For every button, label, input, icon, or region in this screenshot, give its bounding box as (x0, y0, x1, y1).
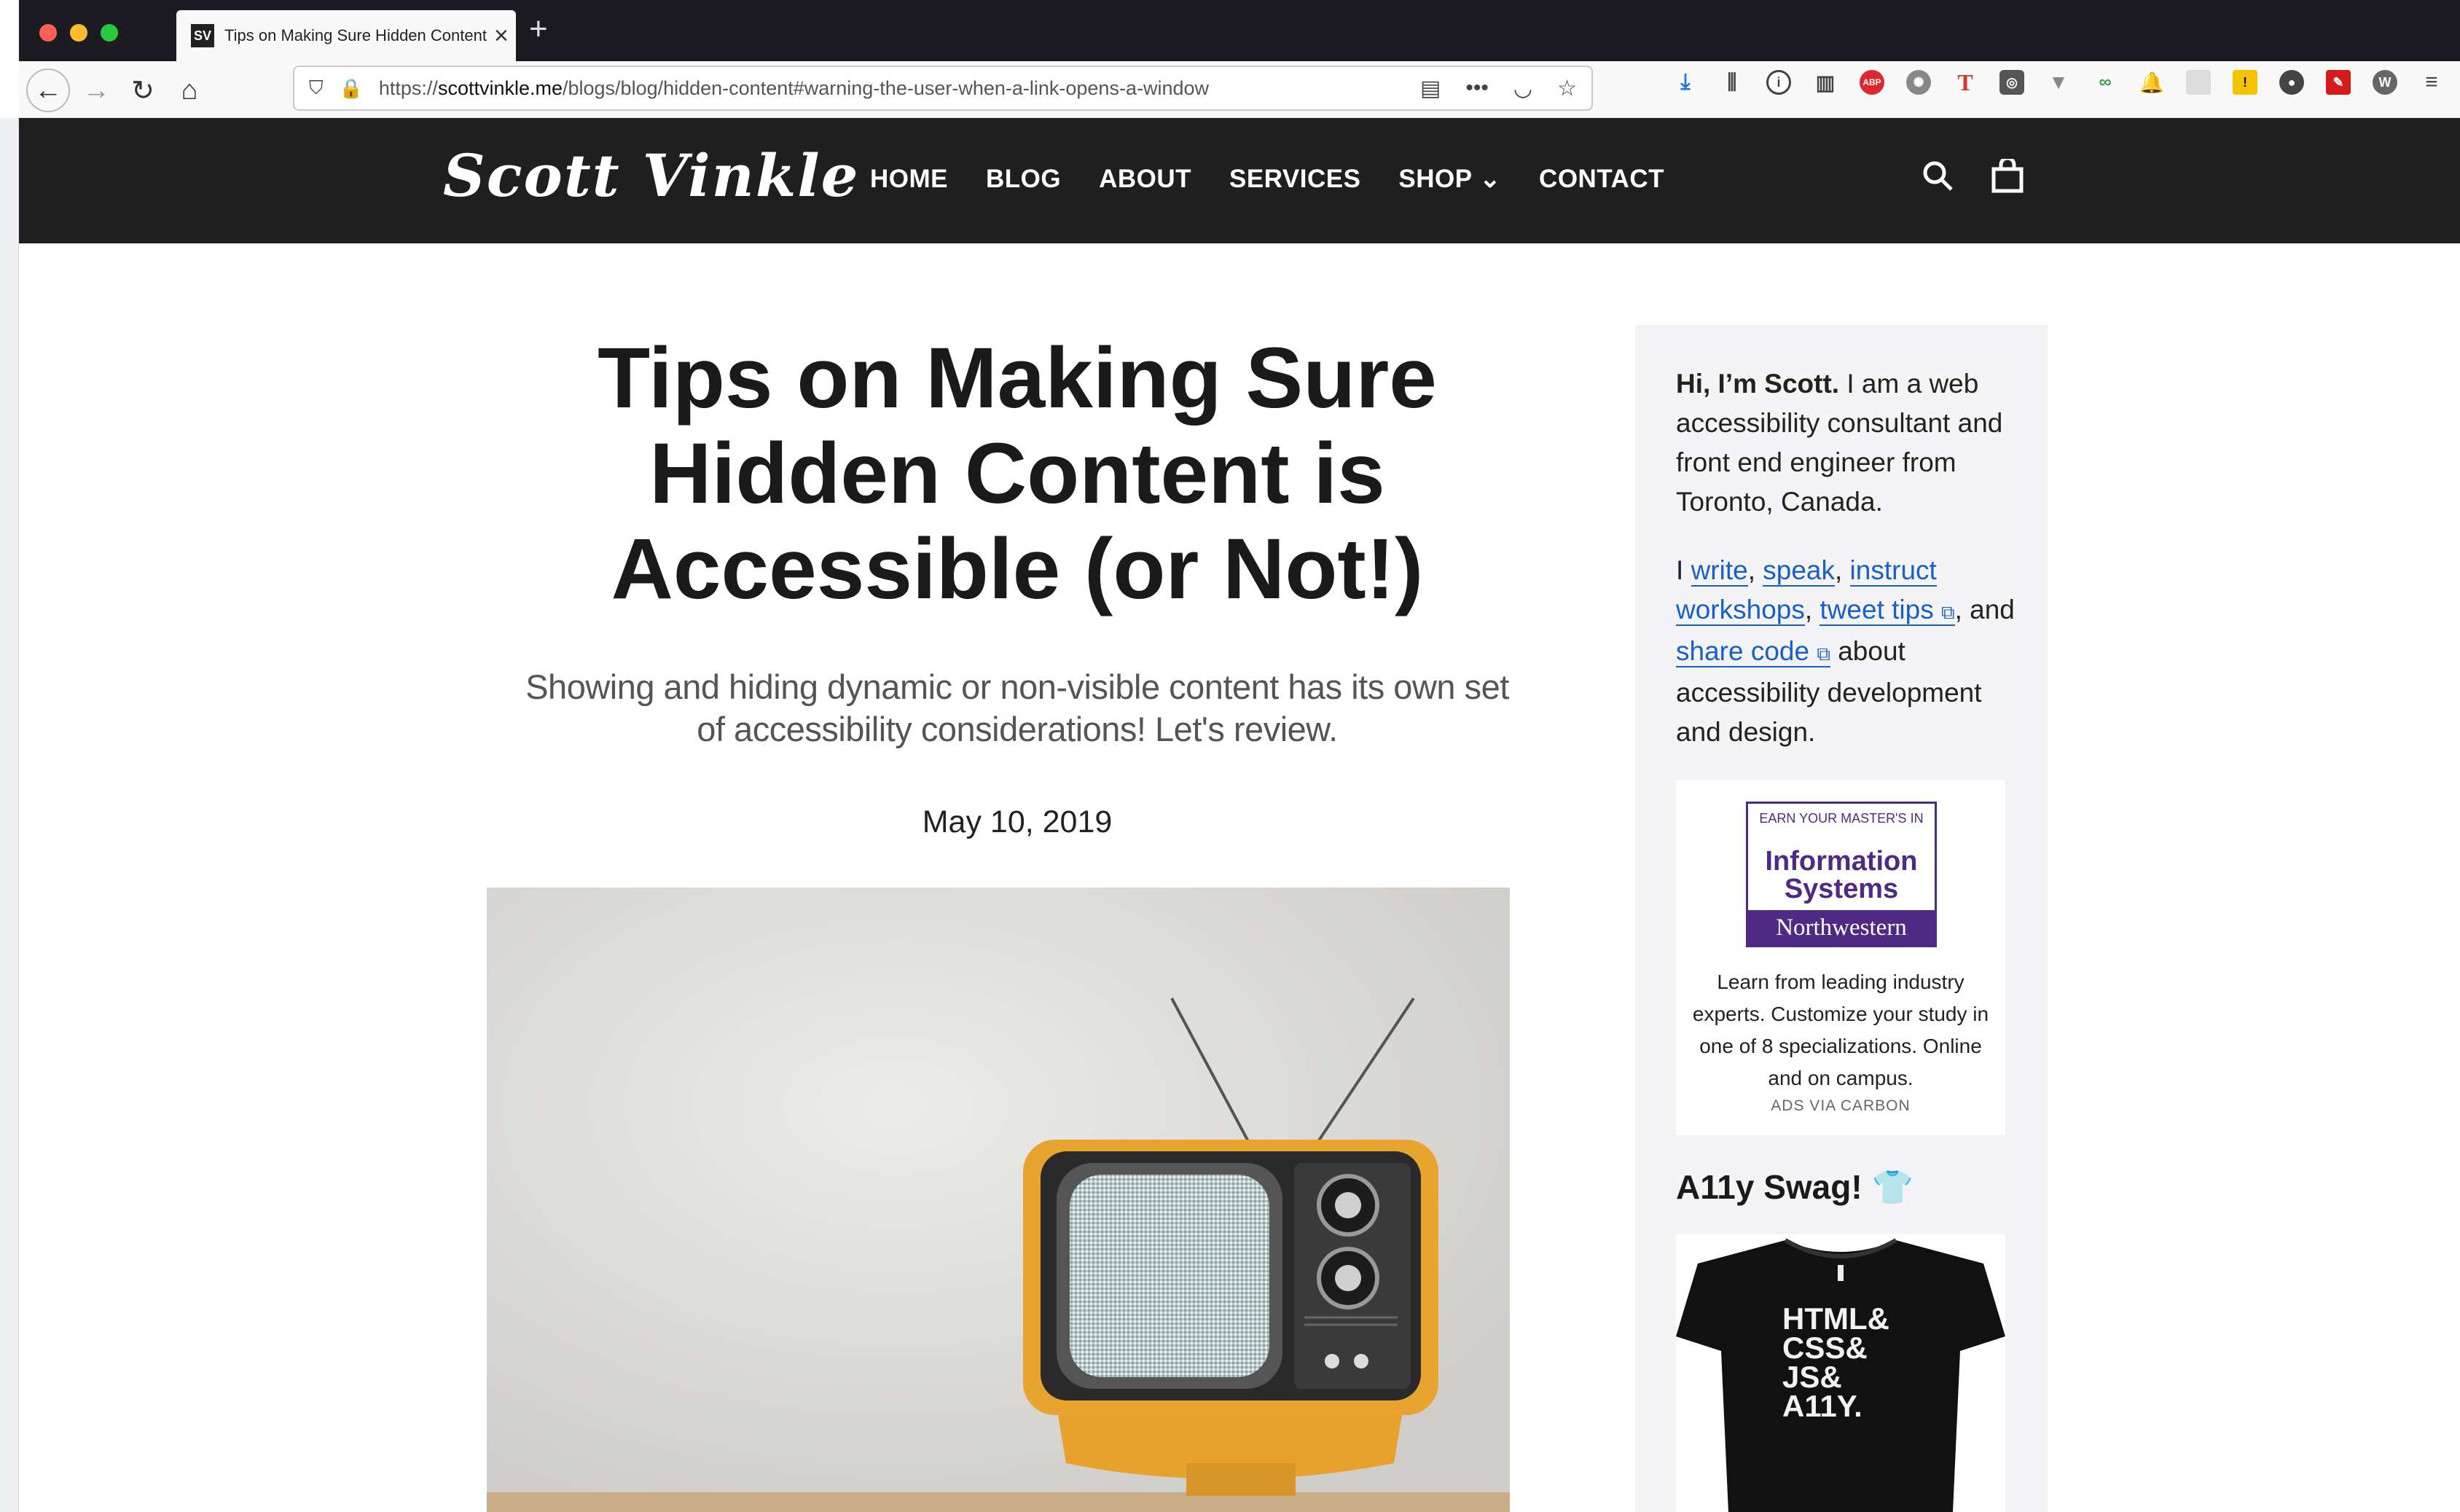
swag-heading: A11y Swag! 👕 (1676, 1167, 1913, 1207)
article-title: Tips on Making Sure Hidden Content is Ac… (598, 330, 1437, 617)
warning-extension-icon[interactable]: ! (2233, 70, 2257, 95)
browser-chrome: SV Tips on Making Sure Hidden Content is… (19, 0, 2460, 118)
search-icon[interactable] (1921, 159, 1954, 201)
link-speak[interactable]: speak (1763, 555, 1835, 587)
bio-text: , (1834, 555, 1850, 585)
close-window-icon[interactable] (39, 24, 57, 42)
site-logo[interactable]: Scott Vinkle (443, 141, 860, 210)
ad-attribution[interactable]: ADS VIA CARBON (1676, 1097, 2005, 1115)
background-grid (0, 118, 19, 1512)
nav-shop-label: SHOP (1398, 165, 1472, 193)
lock-icon[interactable]: 🔒 (340, 77, 363, 100)
nav-shop[interactable]: SHOP ⌄ (1398, 165, 1501, 194)
navigation-toolbar: ← → ↻ ⌂ ⛉ 🔒 https://scottvinkle.me/blogs… (19, 61, 2460, 118)
reload-button[interactable]: ↻ (121, 68, 165, 112)
compass-extension-icon[interactable]: ◎ (1999, 70, 2024, 95)
link-tweet-label: tweet tips (1819, 595, 1934, 624)
bio-links: I write, speak, instruct workshops, twee… (1676, 551, 2018, 752)
ad-text[interactable]: Learn from leading industry experts. Cus… (1691, 966, 1991, 1094)
cart-icon[interactable] (1991, 156, 2024, 203)
menu-icon[interactable]: ≡ (2419, 70, 2444, 95)
page-actions-icon[interactable]: ••• (1465, 76, 1489, 101)
nav-about[interactable]: ABOUT (1099, 165, 1191, 194)
bio-intro: Hi, I’m Scott. I am a web accessibility … (1676, 364, 2018, 522)
bio-text: , and (1954, 595, 2015, 624)
maximize-window-icon[interactable] (101, 24, 118, 42)
ad-logo-brand: Northwestern (1748, 910, 1935, 945)
back-button[interactable]: ← (26, 68, 70, 112)
bell-extension-icon[interactable]: 🔔 (2139, 70, 2165, 95)
forward-button[interactable]: → (74, 68, 118, 112)
glasses-extension-icon[interactable]: ∞ (2093, 70, 2118, 95)
nav-contact[interactable]: CONTACT (1539, 165, 1664, 194)
settings-extension-icon[interactable]: ✺ (1906, 70, 1931, 95)
site-header: Scott Vinkle HOME BLOG ABOUT SERVICES SH… (19, 118, 2460, 243)
extensions-toolbar: ⤓ ⫼ i ▥ ABP ✺ T ◎ ▼ ∞ 🔔 ! ● ✎ W ≡ (1673, 69, 2444, 95)
close-tab-icon[interactable]: × (494, 23, 509, 48)
hero-image-tv (487, 888, 1510, 1512)
nav-home[interactable]: HOME (870, 165, 948, 194)
bio-text: , (1747, 555, 1763, 585)
link-write[interactable]: write (1691, 555, 1748, 587)
favicon-icon: SV (191, 24, 214, 47)
reader-view-icon[interactable]: ▤ (1420, 76, 1441, 101)
external-link-icon: ⧉ (1941, 601, 1955, 623)
vue-devtools-icon[interactable]: ▼ (2046, 70, 2071, 95)
text-extension-icon[interactable]: T (1953, 69, 1978, 95)
chevron-down-icon: ⌄ (1479, 165, 1502, 193)
ad-logo-title: Information Systems (1765, 846, 1918, 904)
wappalyzer-icon[interactable]: W (2373, 70, 2397, 95)
nav-services[interactable]: SERVICES (1229, 165, 1360, 194)
carbon-ad[interactable]: EARN YOUR MASTER'S IN Information System… (1676, 780, 2005, 1135)
article-date: May 10, 2019 (922, 804, 1113, 839)
bookmark-star-icon[interactable]: ☆ (1557, 76, 1577, 101)
link-share-label: share code (1676, 636, 1810, 666)
swag-heading-text: A11y Swag! (1676, 1168, 1862, 1206)
browser-tab[interactable]: SV Tips on Making Sure Hidden Content is… (176, 10, 516, 61)
bio-greeting: Hi, I’m Scott. (1676, 369, 1840, 399)
download-icon[interactable]: ⤓ (1673, 70, 1698, 95)
link-share-code[interactable]: share code ⧉ (1676, 636, 1830, 667)
bio-text: I (1676, 555, 1691, 585)
external-link-icon: ⧉ (1817, 643, 1830, 665)
ad-logo[interactable]: EARN YOUR MASTER'S IN Information System… (1746, 802, 1937, 947)
pen-extension-icon[interactable]: ✎ (2326, 70, 2351, 95)
sidebar-icon[interactable]: ▥ (1813, 70, 1838, 95)
ad-logo-subtitle: EARN YOUR MASTER'S IN (1759, 811, 1924, 826)
main-navigation: HOME BLOG ABOUT SERVICES SHOP ⌄ CONTACT (870, 165, 1664, 194)
article-subtitle: Showing and hiding dynamic or non-visibl… (525, 667, 1509, 748)
home-button[interactable]: ⌂ (168, 68, 211, 112)
url-text[interactable]: https://scottvinkle.me/blogs/blog/hidden… (379, 77, 1209, 100)
pocket-icon[interactable]: ◡ (1513, 76, 1532, 101)
nav-blog[interactable]: BLOG (986, 165, 1061, 194)
new-tab-button[interactable]: + (529, 13, 548, 45)
info-icon[interactable]: i (1766, 70, 1791, 95)
address-bar[interactable]: ⛉ 🔒 https://scottvinkle.me/blogs/blog/hi… (293, 66, 1593, 111)
sidebar: Hi, I’m Scott. I am a web accessibility … (1635, 325, 2048, 1512)
bio-text: , (1804, 595, 1820, 624)
swag-tshirt-image[interactable]: HTML& CSS& JS& A11Y. (1676, 1234, 2005, 1512)
grid-extension-icon[interactable] (2186, 70, 2211, 95)
tab-title: Tips on Making Sure Hidden Content is Ac… (224, 26, 487, 44)
library-icon[interactable]: ⫼ (1720, 70, 1744, 95)
minimize-window-icon[interactable] (70, 24, 87, 42)
link-tweet-tips[interactable]: tweet tips ⧉ (1819, 595, 1955, 626)
adblock-icon[interactable]: ABP (1860, 70, 1884, 95)
tab-bar: SV Tips on Making Sure Hidden Content is… (19, 0, 2460, 61)
shield-icon[interactable]: ⛉ (309, 77, 324, 100)
account-icon[interactable]: ● (2279, 70, 2304, 95)
tshirt-icon: 👕 (1871, 1168, 1913, 1206)
svg-text:A11Y.: A11Y. (1782, 1389, 1862, 1423)
author-bio: Hi, I’m Scott. I am a web accessibility … (1676, 364, 2018, 752)
page-content: Tips on Making Sure Hidden Content is Ac… (19, 243, 2460, 1512)
